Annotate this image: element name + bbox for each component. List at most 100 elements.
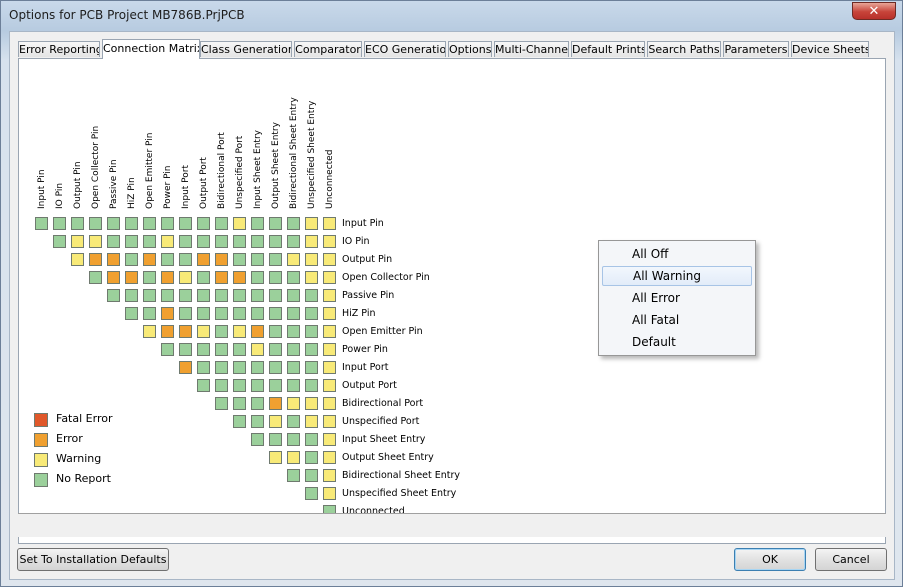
matrix-cell[interactable] [215,217,228,230]
matrix-cell[interactable] [305,217,318,230]
matrix-cell[interactable] [287,361,300,374]
matrix-cell[interactable] [233,289,246,302]
matrix-cell[interactable] [215,307,228,320]
matrix-cell[interactable] [197,307,210,320]
matrix-cell[interactable] [215,253,228,266]
matrix-cell[interactable] [323,235,336,248]
matrix-cell[interactable] [287,415,300,428]
matrix-cell[interactable] [197,289,210,302]
matrix-cell[interactable] [107,217,120,230]
matrix-cell[interactable] [305,397,318,410]
matrix-cell[interactable] [233,235,246,248]
matrix-cell[interactable] [161,217,174,230]
matrix-cell[interactable] [323,379,336,392]
matrix-cell[interactable] [179,343,192,356]
matrix-cell[interactable] [233,397,246,410]
matrix-cell[interactable] [125,235,138,248]
matrix-cell[interactable] [287,307,300,320]
matrix-cell[interactable] [233,325,246,338]
set-defaults-button[interactable]: Set To Installation Defaults [17,548,169,571]
matrix-cell[interactable] [323,325,336,338]
ok-button[interactable]: OK [734,548,806,571]
tab-connection-matrix[interactable]: Connection Matrix [102,39,200,59]
matrix-cell[interactable] [287,343,300,356]
matrix-cell[interactable] [179,271,192,284]
matrix-cell[interactable] [89,253,102,266]
matrix-cell[interactable] [305,487,318,500]
cancel-button[interactable]: Cancel [815,548,887,571]
matrix-cell[interactable] [323,397,336,410]
matrix-cell[interactable] [251,271,264,284]
matrix-cell[interactable] [215,379,228,392]
matrix-cell[interactable] [305,325,318,338]
matrix-cell[interactable] [233,271,246,284]
matrix-cell[interactable] [215,397,228,410]
matrix-cell[interactable] [305,253,318,266]
matrix-cell[interactable] [251,433,264,446]
matrix-cell[interactable] [305,361,318,374]
matrix-cell[interactable] [143,289,156,302]
matrix-cell[interactable] [323,253,336,266]
matrix-cell[interactable] [269,433,282,446]
matrix-cell[interactable] [251,343,264,356]
matrix-cell[interactable] [89,217,102,230]
matrix-cell[interactable] [233,379,246,392]
matrix-cell[interactable] [251,253,264,266]
matrix-cell[interactable] [269,451,282,464]
matrix-cell[interactable] [269,235,282,248]
matrix-cell[interactable] [233,217,246,230]
matrix-cell[interactable] [323,487,336,500]
matrix-cell[interactable] [323,469,336,482]
matrix-cell[interactable] [197,271,210,284]
matrix-cell[interactable] [287,235,300,248]
tab-default-prints[interactable]: Default Prints [571,41,645,57]
menu-item-all-warning[interactable]: All Warning [602,266,752,286]
matrix-cell[interactable] [287,469,300,482]
matrix-cell[interactable] [161,343,174,356]
matrix-cell[interactable] [269,379,282,392]
matrix-cell[interactable] [305,415,318,428]
matrix-cell[interactable] [89,235,102,248]
matrix-cell[interactable] [251,289,264,302]
matrix-cell[interactable] [143,253,156,266]
matrix-cell[interactable] [143,271,156,284]
matrix-cell[interactable] [305,235,318,248]
matrix-cell[interactable] [35,217,48,230]
matrix-cell[interactable] [305,379,318,392]
matrix-cell[interactable] [287,217,300,230]
matrix-cell[interactable] [125,307,138,320]
matrix-cell[interactable] [287,271,300,284]
matrix-cell[interactable] [53,235,66,248]
tab-eco-generation[interactable]: ECO Generation [364,41,446,57]
matrix-cell[interactable] [305,433,318,446]
matrix-cell[interactable] [323,451,336,464]
matrix-cell[interactable] [107,271,120,284]
matrix-cell[interactable] [269,253,282,266]
tab-search-paths[interactable]: Search Paths [647,41,721,57]
matrix-cell[interactable] [251,397,264,410]
matrix-cell[interactable] [233,253,246,266]
matrix-cell[interactable] [251,307,264,320]
matrix-cell[interactable] [287,253,300,266]
tab-options[interactable]: Options [448,41,492,57]
matrix-cell[interactable] [107,235,120,248]
matrix-cell[interactable] [215,325,228,338]
matrix-cell[interactable] [215,235,228,248]
matrix-cell[interactable] [125,271,138,284]
matrix-cell[interactable] [323,271,336,284]
matrix-cell[interactable] [197,253,210,266]
matrix-cell[interactable] [161,235,174,248]
matrix-cell[interactable] [143,307,156,320]
matrix-cell[interactable] [215,343,228,356]
matrix-cell[interactable] [179,325,192,338]
matrix-cell[interactable] [287,433,300,446]
matrix-cell[interactable] [251,415,264,428]
matrix-cell[interactable] [197,343,210,356]
matrix-cell[interactable] [53,217,66,230]
matrix-cell[interactable] [197,361,210,374]
matrix-cell[interactable] [161,307,174,320]
matrix-cell[interactable] [305,289,318,302]
matrix-cell[interactable] [323,361,336,374]
matrix-cell[interactable] [269,271,282,284]
matrix-cell[interactable] [305,451,318,464]
